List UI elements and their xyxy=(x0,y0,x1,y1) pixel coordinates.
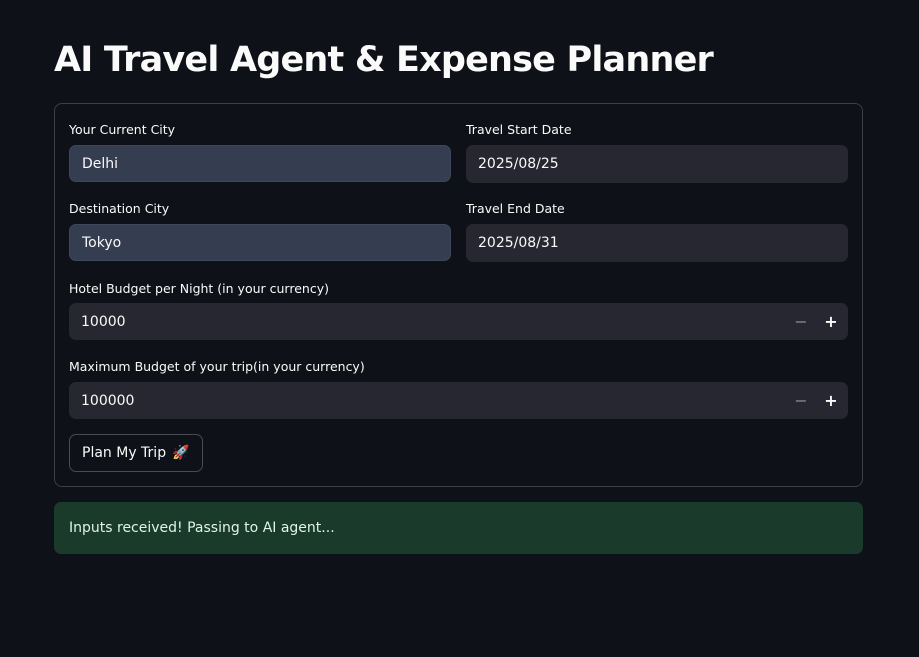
plan-my-trip-label: Plan My Trip xyxy=(82,445,167,461)
max-budget-value: 100000 xyxy=(81,392,135,409)
hotel-budget-label: Hotel Budget per Night (in your currency… xyxy=(69,281,329,296)
end-date-input[interactable]: 2025/08/31 xyxy=(466,224,848,262)
current-city-input[interactable]: Delhi xyxy=(69,145,451,182)
current-city-label: Your Current City xyxy=(69,122,176,137)
start-date-input[interactable]: 2025/08/25 xyxy=(466,145,848,183)
max-budget-increment-button[interactable]: + xyxy=(816,382,846,419)
max-budget-input[interactable]: 100000 − + xyxy=(69,382,848,419)
rocket-icon: 🚀 xyxy=(172,445,190,461)
destination-city-input[interactable]: Tokyo xyxy=(69,224,451,261)
start-date-label: Travel Start Date xyxy=(466,122,572,137)
end-date-value: 2025/08/31 xyxy=(478,235,559,251)
plan-my-trip-button[interactable]: Plan My Trip 🚀 xyxy=(69,434,203,472)
max-budget-decrement-button[interactable]: − xyxy=(786,382,816,419)
hotel-budget-value: 10000 xyxy=(81,313,126,330)
current-city-value: Delhi xyxy=(82,155,119,172)
destination-city-label: Destination City xyxy=(69,201,170,216)
page-title: AI Travel Agent & Expense Planner xyxy=(54,40,714,80)
destination-city-value: Tokyo xyxy=(82,234,122,251)
success-alert-message: Inputs received! Passing to AI agent... xyxy=(69,520,335,536)
end-date-label: Travel End Date xyxy=(466,201,565,216)
hotel-budget-input[interactable]: 10000 − + xyxy=(69,303,848,340)
max-budget-label: Maximum Budget of your trip(in your curr… xyxy=(69,359,365,374)
success-alert: Inputs received! Passing to AI agent... xyxy=(54,502,863,554)
trip-form: Your Current City Delhi Travel Start Dat… xyxy=(54,103,863,487)
hotel-budget-decrement-button[interactable]: − xyxy=(786,303,816,340)
hotel-budget-increment-button[interactable]: + xyxy=(816,303,846,340)
start-date-value: 2025/08/25 xyxy=(478,156,559,172)
page: AI Travel Agent & Expense Planner Your C… xyxy=(0,0,919,657)
